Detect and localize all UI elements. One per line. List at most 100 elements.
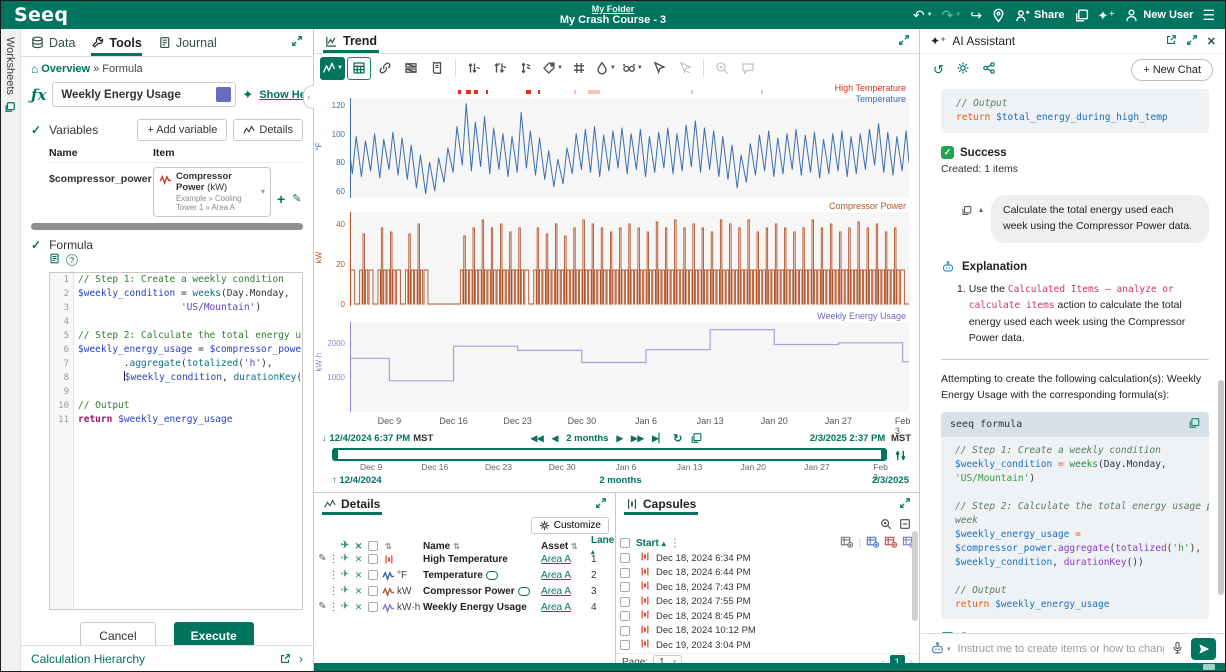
- copy-range-button[interactable]: [690, 432, 702, 446]
- ai-sparkle-icon[interactable]: ✦: [242, 87, 253, 103]
- rewind-button[interactable]: ◀◀: [531, 433, 544, 444]
- collapse-panel-button[interactable]: ‹: [303, 85, 314, 109]
- tab-data[interactable]: Data: [31, 29, 75, 56]
- expand-panel-icon[interactable]: [291, 35, 303, 50]
- overview-end[interactable]: 2/3/2025: [872, 475, 909, 486]
- chevron-right-icon[interactable]: ›: [299, 652, 303, 666]
- tab-tools[interactable]: Tools: [91, 29, 141, 56]
- send-button[interactable]: [1191, 638, 1216, 660]
- overview-duration[interactable]: 2 months: [599, 475, 641, 486]
- capsules-scrollbar[interactable]: [912, 531, 918, 621]
- capsule-markers[interactable]: [350, 90, 909, 95]
- capsule-row[interactable]: Dec 18, 2024 6:44 PM: [616, 566, 919, 581]
- assistant-mode-selector[interactable]: ▾: [930, 641, 951, 656]
- formula-name-input[interactable]: [61, 89, 216, 101]
- details-row[interactable]: ✎⋮✈✕High TemperatureArea A1: [314, 551, 615, 567]
- select-all-checkbox[interactable]: [368, 541, 378, 551]
- toolbar-axis1-button[interactable]: [462, 57, 486, 80]
- row-checkbox[interactable]: [368, 554, 378, 564]
- toolbar-droplet-button[interactable]: ▼: [593, 57, 618, 80]
- breadcrumb-overview[interactable]: Overview: [41, 63, 90, 75]
- asset-link[interactable]: Area A: [541, 602, 571, 613]
- lane-legend[interactable]: Compressor Power: [829, 201, 906, 212]
- seeq-logo[interactable]: Seeq: [1, 4, 81, 26]
- toolbar-axis3-button[interactable]: [514, 57, 538, 80]
- add-signal-column-blue-icon[interactable]: [866, 535, 879, 551]
- start-arrow-icon[interactable]: ↓: [322, 433, 329, 444]
- capsule-row[interactable]: Dec 18, 2024 10:12 PM: [616, 624, 919, 639]
- row-checkbox[interactable]: [620, 597, 630, 607]
- row-checkbox[interactable]: [620, 553, 630, 563]
- formula-doc-icon[interactable]: [49, 253, 60, 267]
- refresh-range-button[interactable]: ↻: [673, 432, 682, 445]
- row-checkbox[interactable]: [620, 582, 630, 592]
- zoom-in-icon[interactable]: [880, 518, 892, 533]
- range-slider[interactable]: [332, 448, 887, 461]
- asset-link[interactable]: Area A: [541, 570, 571, 581]
- start-column-header[interactable]: Start▴: [636, 538, 666, 549]
- asset-link[interactable]: Area A: [541, 586, 571, 597]
- plot-area[interactable]: [350, 322, 909, 412]
- toolbar-cursor2-button[interactable]: [673, 57, 697, 80]
- row-checkbox[interactable]: [620, 568, 630, 578]
- range-end[interactable]: 2/3/2025 2:37 PM: [810, 433, 886, 444]
- formula-editor[interactable]: 1// Step 1: Create a weekly condition2$w…: [49, 272, 303, 610]
- overview-up-icon[interactable]: ↑: [332, 475, 339, 486]
- toolbar-zoomin-button[interactable]: [710, 57, 734, 80]
- toolbar-comment-button[interactable]: [736, 57, 760, 80]
- capsule-row[interactable]: Dec 18, 2024 7:55 PM: [616, 595, 919, 610]
- copy-formula-icon[interactable]: [1188, 417, 1200, 432]
- add-signal-column-red-icon[interactable]: [884, 535, 897, 551]
- ai-popout-icon[interactable]: [1165, 34, 1177, 49]
- plot-area[interactable]: [350, 98, 909, 198]
- expand-details-icon[interactable]: [595, 497, 607, 512]
- add-column-icon[interactable]: [840, 535, 853, 551]
- variable-details-button[interactable]: Details: [233, 119, 303, 141]
- chat-history-icon[interactable]: ↺: [933, 62, 944, 78]
- plot-area[interactable]: [350, 212, 909, 306]
- idea-pin-button[interactable]: [991, 8, 1006, 23]
- capsule-row[interactable]: Dec 18, 2024 7:43 PM: [616, 580, 919, 595]
- select-all-checkbox[interactable]: [620, 538, 630, 548]
- lane-legend[interactable]: Weekly Energy Usage: [817, 311, 906, 322]
- tab-details[interactable]: Details: [322, 493, 382, 515]
- ai-settings-icon[interactable]: [956, 61, 970, 78]
- variable-item-select[interactable]: Compressor Power (kW) Example » Cooling …: [153, 167, 271, 217]
- formula-name-field[interactable]: [52, 82, 236, 107]
- menu-button[interactable]: ☰: [1202, 8, 1215, 22]
- timeline-options-icon[interactable]: [894, 449, 907, 465]
- person-plus-button[interactable]: Share: [1015, 8, 1065, 23]
- row-checkbox[interactable]: [368, 602, 378, 612]
- worksheets-rail[interactable]: Worksheets: [1, 29, 21, 671]
- ai-expand-icon[interactable]: [1186, 34, 1198, 49]
- capsule-row[interactable]: Dec 19, 2024 3:04 PM: [616, 638, 919, 653]
- ai-share-icon[interactable]: [982, 61, 996, 78]
- sparkles-button[interactable]: ✦⁺: [1098, 9, 1116, 22]
- step-forward-button[interactable]: ▶: [616, 433, 623, 444]
- toolbar-trend-button[interactable]: ▼: [320, 57, 345, 80]
- details-row[interactable]: ⋮✈✕kWCompressor Power Area A3: [314, 583, 615, 599]
- kebab-icon[interactable]: ⋮: [670, 538, 680, 549]
- details-row[interactable]: ⋮✈✕°FTemperature Area A2: [314, 567, 615, 583]
- range-start[interactable]: 12/4/2024 6:37 PM: [329, 433, 410, 444]
- color-swatch[interactable]: [216, 87, 231, 102]
- ai-close-icon[interactable]: ✕: [1207, 35, 1216, 48]
- row-checkbox[interactable]: [620, 626, 630, 636]
- mic-icon[interactable]: [1171, 641, 1184, 657]
- fast-forward-button[interactable]: ▶▶: [631, 433, 644, 444]
- toolbar-layers-button[interactable]: [399, 57, 423, 80]
- home-icon[interactable]: ⌂: [31, 62, 38, 76]
- person-button[interactable]: New User: [1124, 8, 1193, 23]
- lane-legend[interactable]: High TemperatureTemperature: [835, 83, 906, 105]
- calculation-hierarchy[interactable]: Calculation Hierarchy ›: [21, 645, 313, 671]
- share-forward-button[interactable]: ↪: [970, 8, 982, 22]
- toolbar-cursor-button[interactable]: [647, 57, 671, 80]
- windows-button[interactable]: [1074, 8, 1089, 23]
- add-variable-button[interactable]: + Add variable: [137, 119, 227, 141]
- toolbar-tag-button[interactable]: ▼: [540, 57, 565, 80]
- toolbar-axis2-button[interactable]: [488, 57, 512, 80]
- toolbar-link-button[interactable]: [373, 57, 397, 80]
- new-chat-button[interactable]: + New Chat: [1131, 59, 1213, 81]
- collapse-message-icon[interactable]: ▴: [979, 205, 983, 219]
- ai-prompt-input[interactable]: [958, 643, 1164, 655]
